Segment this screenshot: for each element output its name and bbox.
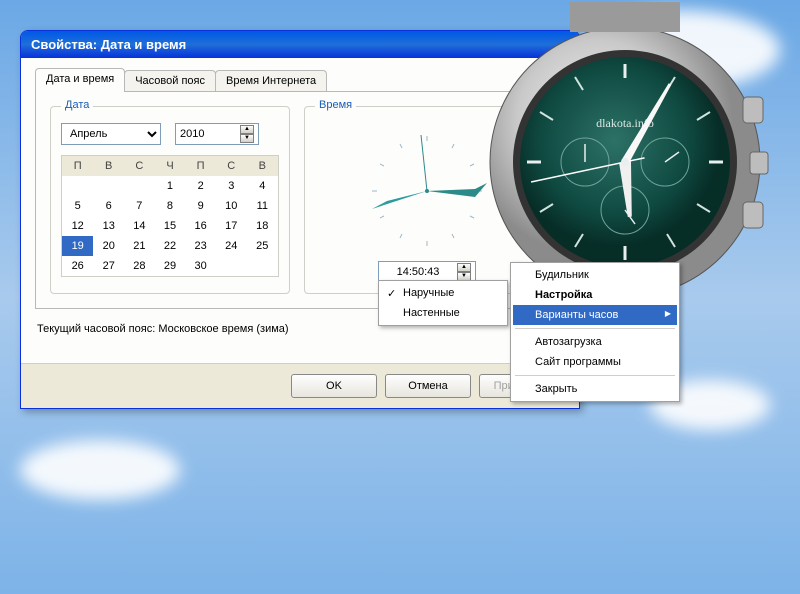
- calendar-day[interactable]: 22: [155, 236, 186, 256]
- date-groupbox: Дата Апрель ▲ ▼ ПВСЧПСВ 1234: [50, 106, 290, 294]
- calendar-day[interactable]: 5: [62, 196, 94, 216]
- calendar-day[interactable]: 11: [247, 196, 279, 216]
- calendar-day: [93, 176, 124, 196]
- calendar-weekday: С: [124, 156, 155, 177]
- calendar-day[interactable]: 28: [124, 256, 155, 277]
- cloud-decoration: [20, 440, 180, 500]
- calendar-day[interactable]: 9: [185, 196, 216, 216]
- calendar-day[interactable]: 6: [93, 196, 124, 216]
- calendar-day[interactable]: 30: [185, 256, 216, 277]
- clock-type-submenu: Наручные Настенные: [378, 280, 508, 326]
- calendar-day[interactable]: 27: [93, 256, 124, 277]
- calendar-day[interactable]: 23: [185, 236, 216, 256]
- calendar-weekday: П: [185, 156, 216, 177]
- year-up-icon[interactable]: ▲: [240, 125, 254, 134]
- menu-item-wall[interactable]: Настенные: [381, 303, 505, 323]
- year-input[interactable]: [180, 128, 236, 140]
- menu-item[interactable]: Будильник: [513, 265, 677, 285]
- calendar-day[interactable]: 14: [124, 216, 155, 236]
- year-down-icon[interactable]: ▼: [240, 134, 254, 143]
- time-legend: Время: [315, 99, 356, 111]
- menu-item[interactable]: Настройка: [513, 285, 677, 305]
- calendar-day[interactable]: 18: [247, 216, 279, 236]
- calendar-day[interactable]: 10: [216, 196, 247, 216]
- calendar: ПВСЧПСВ 12345678910111213141516171819202…: [61, 155, 279, 277]
- calendar-day[interactable]: 19: [62, 236, 94, 256]
- calendar-day[interactable]: 3: [216, 176, 247, 196]
- window-title: Свойства: Дата и время: [31, 37, 186, 52]
- calendar-day: [124, 176, 155, 196]
- menu-item[interactable]: Автозагрузка: [513, 332, 677, 352]
- time-up-icon[interactable]: ▲: [457, 263, 471, 272]
- menu-item[interactable]: Закрыть: [513, 379, 677, 399]
- time-input[interactable]: [383, 266, 453, 278]
- calendar-day[interactable]: 16: [185, 216, 216, 236]
- menu-separator: [515, 375, 675, 376]
- hour-hand: [372, 191, 427, 209]
- cancel-button[interactable]: Отмена: [385, 374, 471, 398]
- calendar-day[interactable]: 4: [247, 176, 279, 196]
- calendar-weekday: П: [62, 156, 94, 177]
- calendar-day[interactable]: 2: [185, 176, 216, 196]
- menu-item[interactable]: Сайт программы: [513, 352, 677, 372]
- wristwatch-widget[interactable]: dlakota.info: [475, 2, 775, 302]
- calendar-day[interactable]: 7: [124, 196, 155, 216]
- calendar-day[interactable]: 12: [62, 216, 94, 236]
- menu-separator: [515, 328, 675, 329]
- date-legend: Дата: [61, 99, 93, 111]
- second-hand: [421, 135, 427, 191]
- tab-timezone[interactable]: Часовой пояс: [124, 70, 216, 91]
- calendar-weekday: С: [216, 156, 247, 177]
- calendar-day[interactable]: 13: [93, 216, 124, 236]
- menu-item-wrist[interactable]: Наручные: [381, 283, 505, 303]
- calendar-day[interactable]: 20: [93, 236, 124, 256]
- calendar-weekday: Ч: [155, 156, 186, 177]
- calendar-day[interactable]: 26: [62, 256, 94, 277]
- tab-date-time[interactable]: Дата и время: [35, 68, 125, 92]
- calendar-day[interactable]: 21: [124, 236, 155, 256]
- calendar-day: [216, 256, 247, 277]
- calendar-day[interactable]: 17: [216, 216, 247, 236]
- month-select[interactable]: Апрель: [61, 123, 161, 145]
- calendar-day[interactable]: 29: [155, 256, 186, 277]
- calendar-weekday: В: [247, 156, 279, 177]
- calendar-day[interactable]: 1: [155, 176, 186, 196]
- calendar-day: [62, 176, 94, 196]
- calendar-day[interactable]: 8: [155, 196, 186, 216]
- watch-context-menu: БудильникНастройкаВарианты часов Автозагр…: [510, 262, 680, 402]
- ok-button[interactable]: OK: [291, 374, 377, 398]
- menu-item[interactable]: Варианты часов: [513, 305, 677, 325]
- calendar-weekday: В: [93, 156, 124, 177]
- calendar-day[interactable]: 25: [247, 236, 279, 256]
- tab-internet-time[interactable]: Время Интернета: [215, 70, 327, 91]
- calendar-day[interactable]: 15: [155, 216, 186, 236]
- year-spinner[interactable]: ▲ ▼: [175, 123, 259, 145]
- calendar-day: [247, 256, 279, 277]
- calendar-day[interactable]: 24: [216, 236, 247, 256]
